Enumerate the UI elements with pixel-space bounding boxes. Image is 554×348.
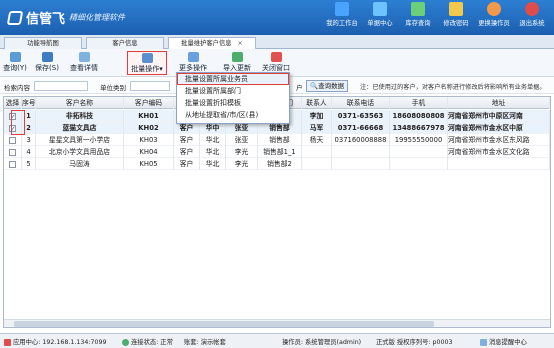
nav-documents[interactable]: 单据中心 [362,2,398,33]
col-mobile[interactable]: 手机 [390,97,448,109]
version-status: 正式版 授权序列号: p0003 [376,339,453,346]
query-button[interactable]: 查询(Y) [2,51,28,75]
nav-password[interactable]: 修改密码 [438,2,474,33]
keyword-label: 检索内容 [4,84,30,92]
keyword-input[interactable] [34,81,88,91]
customer-grid: 选择 序号 客户名称 客户编码 户 所属部门 联系人 联系电话 手机 地址 1 … [3,96,551,328]
mail-icon [480,338,487,346]
menu-item-set-discount[interactable]: 批量设置折扣模板 [177,97,289,109]
row-checkbox[interactable] [9,160,16,168]
row-checkbox[interactable] [9,136,16,144]
operator-status: 操作员: 系统管理员(admin) [282,339,362,346]
desktop-icon [335,2,349,16]
tab-customer-info[interactable]: 客户信息 [86,37,164,49]
col-select[interactable]: 选择 [4,97,22,109]
table-row[interactable]: 3 星星文具第一小学店 KH03 客户 华北 张亚 销售部 杨天 0371600… [4,134,550,146]
table-row[interactable]: 4 北京小学文具用品店 KH04 客户 华北 李光 销售部1_1 河南省郑州市金… [4,146,550,158]
unit-type-select[interactable] [130,81,170,91]
documents-icon [373,2,387,16]
detail-icon [78,52,90,62]
batch-icon [141,53,153,63]
exit-icon [525,2,539,16]
nav-switch-user[interactable]: 更换操作员 [476,2,512,33]
batch-operation-button[interactable]: 批量操作▾ [127,51,167,75]
menu-item-extract-address[interactable]: 从地址提取省/市/区(县) [177,109,289,121]
col-phone[interactable]: 联系电话 [332,97,390,109]
menu-item-set-salesperson[interactable]: 批量设置所属业务员 [177,73,289,85]
server-icon [4,338,11,346]
stock-icon [411,2,425,16]
tab-bar: 功能导航图 客户信息 批量维护客户信息 × [0,35,554,50]
brand-subtitle: 精细化管理软件 [69,13,126,22]
close-tab-icon[interactable]: × [238,40,243,47]
nav-exit[interactable]: 退出系统 [514,2,550,33]
close-icon [270,52,282,62]
col-code[interactable]: 客户编码 [124,97,174,109]
row-checkbox[interactable] [9,148,16,156]
unit-type-label: 单位类别 [100,84,126,92]
save-icon [41,52,53,62]
account-status: 账套: 演示帐套 [184,339,226,346]
status-bar: 应用中心: 192.168.1.134:7099 连接状态: 正常 账套: 演示… [0,333,554,348]
view-detail-button[interactable]: 查看详情 [66,51,102,75]
user-icon [487,2,501,16]
horizontal-scrollbar[interactable] [4,319,550,327]
lock-icon [449,2,463,16]
batch-dropdown-menu: 批量设置所属业务员 批量设置所属部门 批量设置折扣模板 从地址提取省/市/区(县… [176,72,290,124]
top-banner: 信管飞 精细化管理软件 我的工作台 单据中心 库存查询 修改密码 更换操作员 退… [0,0,554,35]
brand-logo: 信管飞 精细化管理软件 [6,8,126,27]
nav-stock[interactable]: 库存查询 [400,2,436,33]
dept-label: 户 [296,84,303,92]
brand-name: 信管飞 [26,12,66,27]
col-no[interactable]: 序号 [22,97,36,109]
col-name[interactable]: 客户名称 [36,97,124,109]
col-address[interactable]: 地址 [448,97,550,109]
logo-icon [6,10,24,25]
connection-status: 连接状态: 正常 [122,337,173,346]
more-icon [187,52,199,62]
message-center[interactable]: 消息提醒中心 [480,337,527,346]
menu-item-set-department[interactable]: 批量设置所属部门 [177,85,289,97]
search-icon [9,52,21,62]
server-status: 应用中心: 192.168.1.134:7099 [4,337,107,346]
selection-highlight [11,110,25,135]
search-icon: 🔍 [310,82,319,90]
app-window: 信管飞 精细化管理软件 我的工作台 单据中心 库存查询 修改密码 更换操作员 退… [0,0,554,348]
col-contact[interactable]: 联系人 [302,97,332,109]
save-button[interactable]: 保存(S) [32,51,62,75]
notice-text: 注：已使用过的客户，对客户名称进行修改后将影响所有业务单据。 [360,84,546,91]
connection-icon [122,338,129,346]
top-nav: 我的工作台 单据中心 库存查询 修改密码 更换操作员 退出系统 [322,2,550,33]
nav-workbench[interactable]: 我的工作台 [324,2,360,33]
query-data-button[interactable]: 🔍查询数据 [306,80,349,92]
scrollbar-thumb[interactable] [14,321,434,327]
chevron-down-icon: ▾ [159,65,163,73]
table-row[interactable]: 5 马固涛 KH05 客户 华北 李光 销售部2 [4,158,550,170]
tab-function-nav[interactable]: 功能导航图 [4,37,82,49]
import-icon [231,52,243,62]
